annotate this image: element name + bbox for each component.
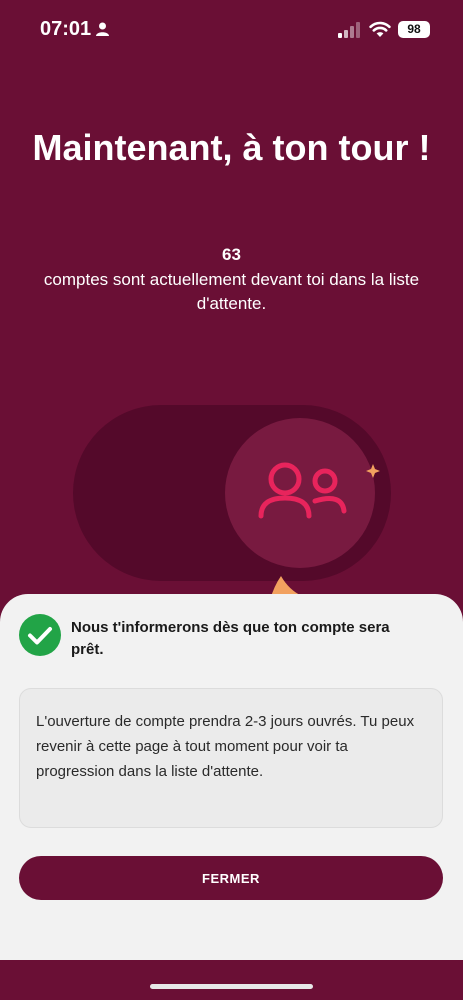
queue-description: comptes sont actuellement devant toi dan… bbox=[43, 270, 420, 313]
waitlist-illustration bbox=[73, 405, 391, 600]
queue-count: 63 bbox=[222, 245, 241, 264]
page-title: Maintenant, à ton tour ! bbox=[32, 127, 431, 168]
status-time: 07:01 bbox=[40, 18, 92, 40]
battery-indicator: 98 bbox=[398, 21, 430, 38]
home-indicator[interactable] bbox=[150, 984, 313, 989]
notice-text: Nous t'informerons dès que ton compte se… bbox=[71, 619, 390, 658]
toggle-knob bbox=[225, 418, 375, 568]
person-icon bbox=[96, 22, 109, 36]
bottom-band bbox=[0, 960, 463, 1000]
info-text: L'ouverture de compte prendra 2-3 jours … bbox=[36, 713, 415, 780]
check-icon bbox=[19, 614, 61, 656]
signal-icon bbox=[338, 22, 360, 38]
wifi-icon bbox=[369, 21, 391, 37]
info-card: L'ouverture de compte prendra 2-3 jours … bbox=[19, 688, 443, 828]
close-button[interactable]: FERMER bbox=[19, 856, 443, 900]
status-bar: 07:01 98 bbox=[0, 0, 463, 60]
